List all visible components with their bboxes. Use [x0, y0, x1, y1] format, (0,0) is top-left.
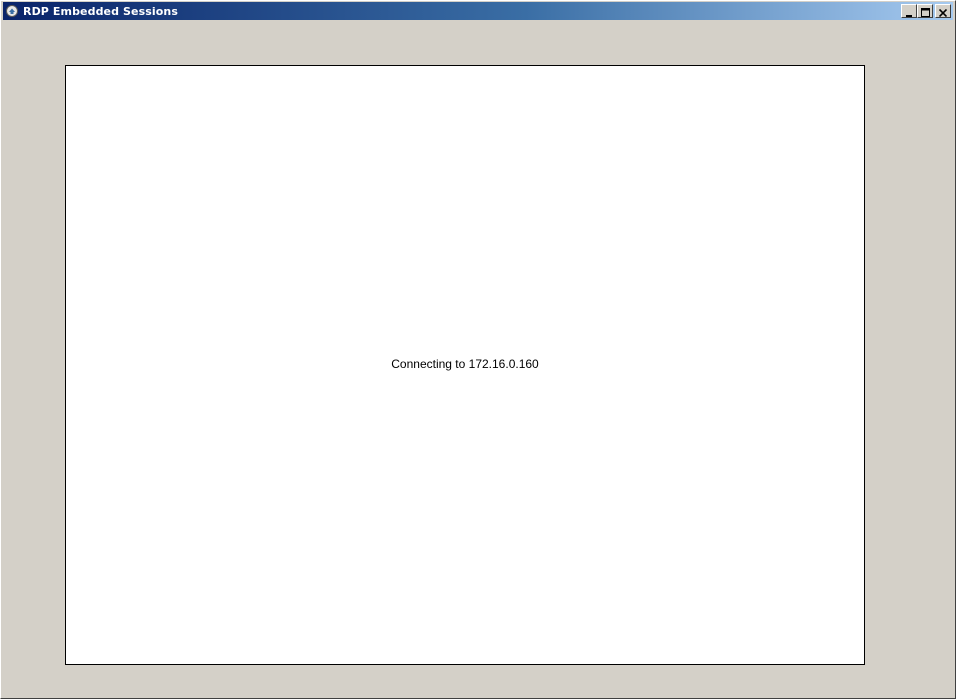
close-button[interactable] [935, 4, 951, 18]
title-bar[interactable]: RDP Embedded Sessions [3, 2, 953, 20]
caption-buttons [901, 4, 951, 18]
rdp-app-icon[interactable] [5, 4, 19, 18]
maximize-icon [920, 2, 930, 21]
main-window: RDP Embedded Sessions Connecting to 172.… [0, 0, 956, 699]
minimize-icon [905, 2, 913, 21]
connection-status-text: Connecting to 172.16.0.160 [391, 357, 539, 371]
minimize-button[interactable] [901, 4, 917, 18]
window-title: RDP Embedded Sessions [23, 4, 178, 18]
maximize-button[interactable] [917, 4, 933, 18]
rdp-session-viewport[interactable]: Connecting to 172.16.0.160 [65, 65, 865, 665]
close-icon [938, 2, 948, 21]
